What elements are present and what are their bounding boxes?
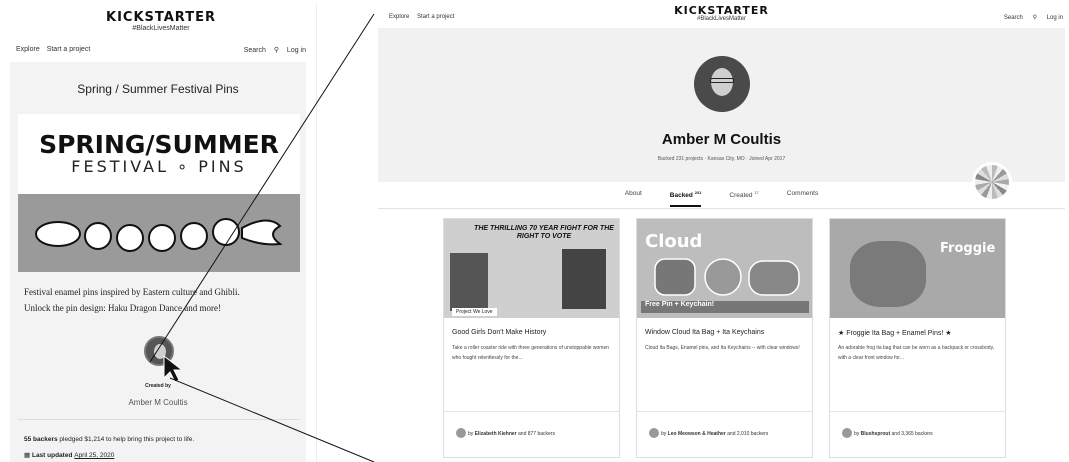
byline-prefix: by xyxy=(661,431,668,437)
search-icon: ⚲ xyxy=(273,47,279,54)
divider xyxy=(18,419,300,420)
project-card-window-cloud[interactable]: Cloud Free Pin + Keychain! Window Cloud … xyxy=(636,218,813,458)
byline-suffix: and 2,010 backers xyxy=(725,431,769,437)
search-label: Search xyxy=(1003,15,1023,21)
description-line-1: Festival enamel pins inspired by Eastern… xyxy=(24,287,240,297)
description-line-2: Unlock the pin design: Haku Dragon Dance… xyxy=(24,303,221,313)
project-card-froggie[interactable]: Froggie ★ Froggie Ita Bag + Enamel Pins!… xyxy=(829,218,1006,458)
tagline[interactable]: #BlackLivesMatter xyxy=(6,25,316,32)
project-thumbnail[interactable]: THE THRILLING 70 YEAR FIGHT FOR THE RIGH… xyxy=(444,219,619,318)
project-thumbnail[interactable]: Froggie xyxy=(830,219,1005,318)
card-byline: by Elizabeth Kiehner and 877 backers xyxy=(468,431,555,437)
profile-hero: Amber M Coultis Backed 231 projects · Ka… xyxy=(378,28,1065,182)
creator-link[interactable]: Elizabeth Kiehner xyxy=(475,431,517,437)
tab-backed[interactable]: Backed 231 xyxy=(669,190,702,208)
backers-text: pledged $1,214 to help bring this projec… xyxy=(57,436,195,443)
updated-label: Last updated xyxy=(31,452,75,459)
profile-meta: Backed 231 projects · Kansas City, MO · … xyxy=(657,156,786,162)
banner-line-2: FESTIVAL ∘ PINS xyxy=(71,157,247,176)
tab-comments[interactable]: Comments xyxy=(787,190,818,207)
card-description: Take a roller coaster ride with three ge… xyxy=(452,345,610,361)
tab-label: Created xyxy=(729,192,753,200)
thumbnail-title: Cloud xyxy=(645,231,703,252)
creator-avatar[interactable] xyxy=(456,428,466,438)
nav-login-link[interactable]: Log in xyxy=(287,47,306,54)
creator-avatar[interactable] xyxy=(842,428,852,438)
thumbnail-frog-bag xyxy=(850,241,926,307)
tab-label: Comments xyxy=(786,190,819,197)
card-divider xyxy=(444,411,619,412)
kickstarter-logo[interactable]: KICKSTARTER xyxy=(6,10,316,25)
card-description: Cloud Ita Bags, Enamel pins, and Ita Key… xyxy=(645,345,800,351)
byline-prefix: by xyxy=(854,431,861,437)
thumbnail-portrait xyxy=(562,249,606,309)
thumbnail-book xyxy=(450,253,488,311)
creator-name-link[interactable]: Amber M Coultis xyxy=(10,398,306,407)
banner-illustration xyxy=(18,194,300,272)
project-title[interactable]: Spring / Summer Festival Pins xyxy=(10,82,306,96)
byline-suffix: and 877 backers xyxy=(516,431,555,437)
project-description: Festival enamel pins inspired by Eastern… xyxy=(24,284,294,316)
project-page-panel: KICKSTARTER #BlackLivesMatter Explore St… xyxy=(6,4,317,462)
tab-about[interactable]: About xyxy=(625,190,642,207)
banner-line-1: SPRING/SUMMER xyxy=(39,130,279,159)
tagline[interactable]: #BlackLivesMatter xyxy=(374,16,1069,22)
tab-label: Backed xyxy=(669,192,693,200)
profile-page-panel: Explore Start a project KICKSTARTER #Bla… xyxy=(374,4,1069,462)
card-divider xyxy=(830,411,1005,412)
top-nav: Explore Start a project Search ⚲ Log in xyxy=(6,46,316,54)
thumbnail-bags-illustration xyxy=(654,258,800,296)
project-card: Spring / Summer Festival Pins SPRING/SUM… xyxy=(10,62,306,462)
project-we-love-badge: Project We Love xyxy=(452,308,497,316)
creator-link[interactable]: Leo Meowson & Heather xyxy=(668,431,726,437)
nav-login-link[interactable]: Log in xyxy=(1047,15,1063,21)
profile-header: Explore Start a project KICKSTARTER #Bla… xyxy=(374,4,1069,28)
backers-summary: 55 backers pledged $1,214 to help bring … xyxy=(24,436,194,443)
last-updated: ▦ Last updated April 25, 2020 xyxy=(24,451,114,459)
tab-label: About xyxy=(624,190,642,197)
search-label: Search xyxy=(243,47,266,54)
search-icon: ⚲ xyxy=(1032,15,1037,21)
card-byline: by Blushsprout and 3,365 backers xyxy=(854,431,933,437)
created-by-label: Created by xyxy=(145,383,171,389)
profile-tabs: About Backed 231 Created 17 Comments xyxy=(374,190,1069,208)
thumbnail-banner: Free Pin + Keychain! xyxy=(641,301,809,313)
creator-avatar[interactable] xyxy=(649,428,659,438)
avatar-glasses xyxy=(710,78,734,83)
updated-date-link[interactable]: April 25, 2020 xyxy=(74,452,114,459)
nav-search-link[interactable]: Search ⚲ xyxy=(238,47,279,54)
tab-count: 17 xyxy=(754,190,759,195)
backers-count: 55 backers xyxy=(24,436,58,443)
thumbnail-title: THE THRILLING 70 YEAR FIGHT FOR THE RIGH… xyxy=(474,225,614,240)
tab-created[interactable]: Created 17 xyxy=(729,190,758,207)
card-title[interactable]: ★ Froggie Ita Bag + Enamel Pins! ★ xyxy=(838,329,998,337)
nav-start-project-link[interactable]: Start a project xyxy=(47,46,91,53)
card-title[interactable]: Window Cloud Ita Bag + Ita Keychains xyxy=(645,329,805,336)
nav-explore-link[interactable]: Explore xyxy=(16,46,40,53)
byline-prefix: by xyxy=(468,431,475,437)
nav-search-link[interactable]: Search ⚲ xyxy=(996,15,1037,21)
project-thumbnail[interactable]: Cloud Free Pin + Keychain! xyxy=(637,219,812,318)
card-title[interactable]: Good Girls Don't Make History xyxy=(452,329,612,336)
project-card-good-girls[interactable]: THE THRILLING 70 YEAR FIGHT FOR THE RIGH… xyxy=(443,218,620,458)
card-divider xyxy=(637,411,812,412)
byline-suffix: and 3,365 backers xyxy=(890,431,933,437)
calendar-icon: ▦ xyxy=(24,452,31,459)
creator-link[interactable]: Blushsprout xyxy=(861,431,890,437)
card-byline: by Leo Meowson & Heather and 2,010 backe… xyxy=(661,431,768,437)
card-description: An adorable frog ita bag that can be wor… xyxy=(838,345,995,361)
dragon-illustration xyxy=(35,218,283,252)
thumbnail-title: Froggie xyxy=(940,241,996,256)
project-banner-image[interactable]: SPRING/SUMMER FESTIVAL ∘ PINS xyxy=(18,114,300,272)
tabs-divider xyxy=(378,208,1065,209)
profile-avatar xyxy=(694,56,750,112)
tab-count: 231 xyxy=(694,190,702,195)
profile-name: Amber M Coultis xyxy=(661,131,782,148)
mouse-cursor-icon xyxy=(163,354,184,383)
